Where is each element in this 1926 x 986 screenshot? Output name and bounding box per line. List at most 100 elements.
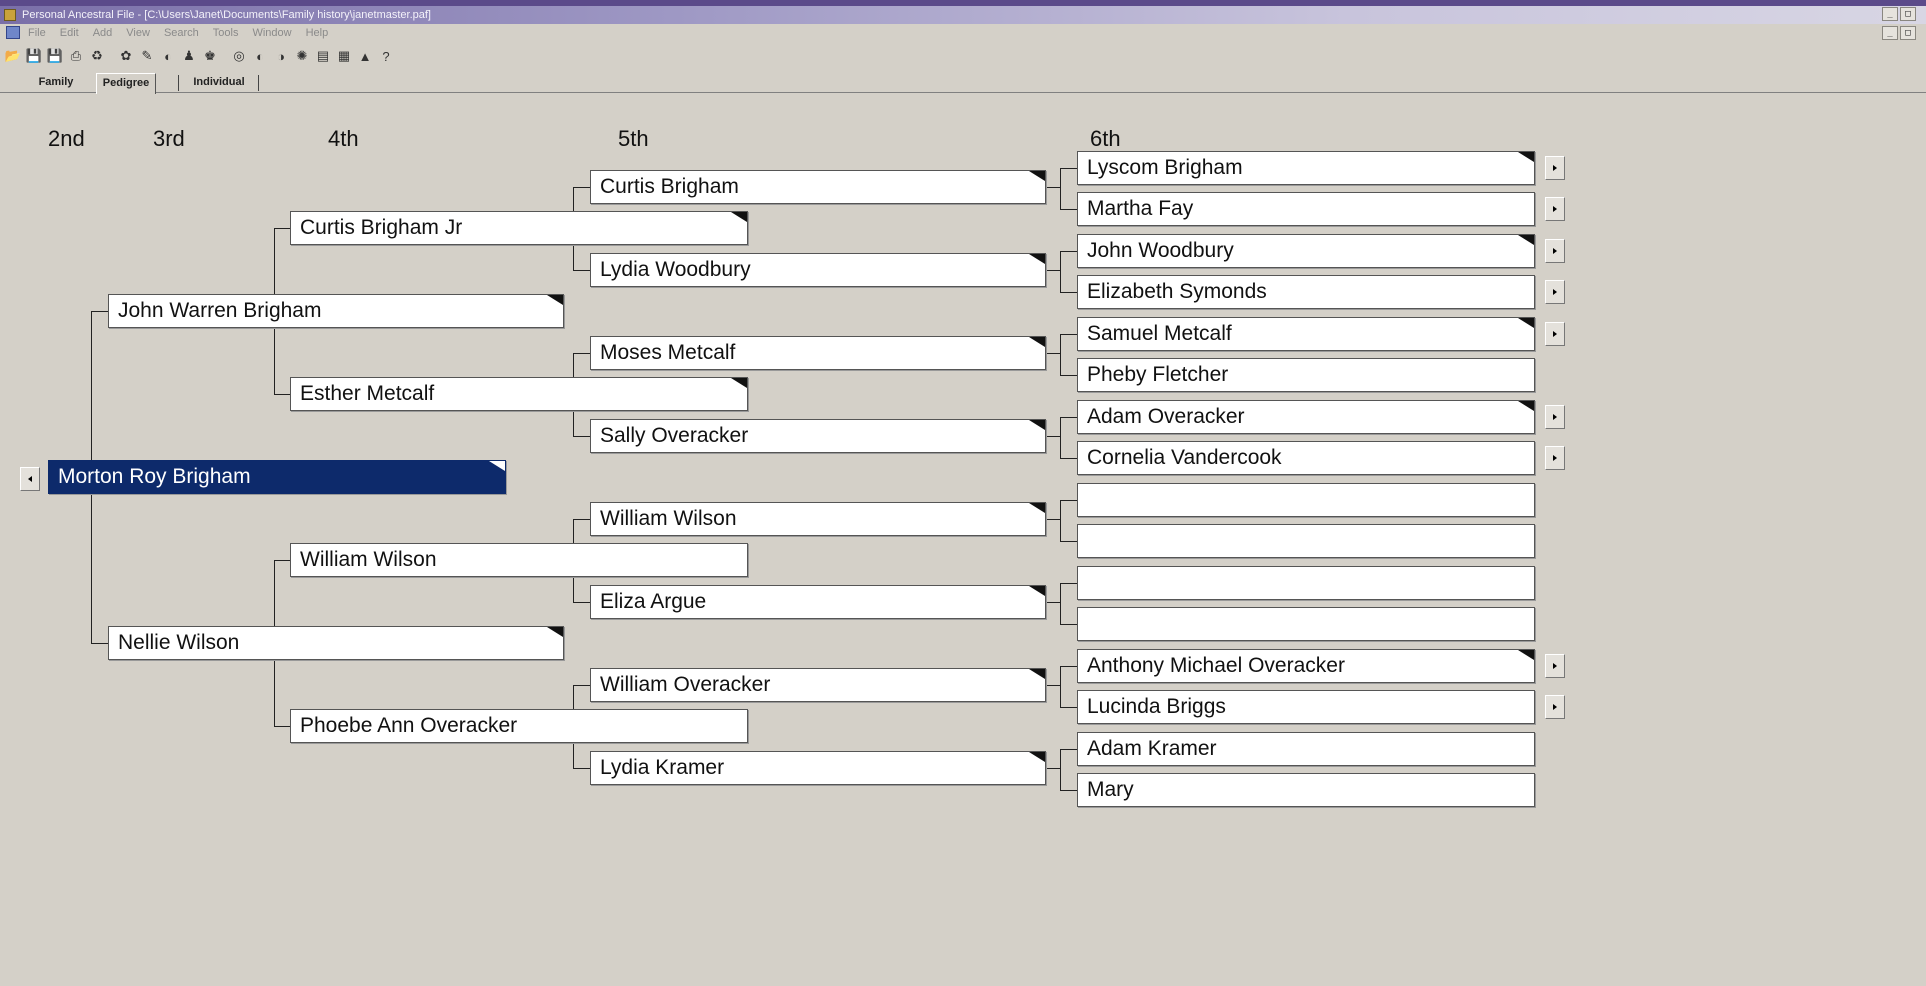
- person-box-gen6[interactable]: John Woodbury: [1077, 234, 1535, 268]
- person-box-gen6[interactable]: Adam Kramer: [1077, 732, 1535, 766]
- document-icon: [6, 26, 20, 39]
- doc-minimize-button[interactable]: _: [1882, 26, 1898, 40]
- person-box-gen6[interactable]: Martha Fay: [1077, 192, 1535, 226]
- person-box-gen6-empty[interactable]: [1077, 566, 1535, 600]
- window-controls: _ □: [1882, 7, 1922, 23]
- menu-window[interactable]: Window: [252, 24, 291, 42]
- connector-line: [573, 685, 590, 686]
- person-box-gen4[interactable]: Esther Metcalf: [290, 377, 748, 411]
- person-box-mother[interactable]: Nellie Wilson: [108, 626, 564, 660]
- menu-edit[interactable]: Edit: [60, 24, 79, 42]
- next-generation-button[interactable]: [1545, 695, 1565, 719]
- menu-help[interactable]: Help: [306, 24, 329, 42]
- pedigree-icon[interactable]: ♚: [201, 47, 219, 65]
- connector-line: [274, 394, 290, 395]
- connector-line: [1060, 251, 1077, 252]
- connector-line: [1060, 168, 1077, 169]
- person-box-gen6[interactable]: Anthony Michael Overacker: [1077, 649, 1535, 683]
- generation-header: 5th: [618, 126, 649, 151]
- research-icon[interactable]: ✿: [117, 47, 135, 65]
- person-box-gen4[interactable]: William Wilson: [290, 543, 748, 577]
- person-box-gen4[interactable]: Curtis Brigham Jr: [290, 211, 748, 245]
- menu-search[interactable]: Search: [164, 24, 199, 42]
- doc-maximize-button[interactable]: □: [1900, 26, 1916, 40]
- save-as-icon[interactable]: 💾: [46, 47, 64, 65]
- minimize-button[interactable]: _: [1882, 7, 1898, 21]
- find-next-icon[interactable]: ◐: [251, 47, 269, 65]
- person-box-root[interactable]: Morton Roy Brigham: [48, 460, 506, 494]
- person-box-gen6-empty[interactable]: [1077, 607, 1535, 641]
- next-generation-button[interactable]: [1545, 239, 1565, 263]
- previous-generation-button[interactable]: [20, 467, 40, 491]
- connector-line: [573, 519, 590, 520]
- person-box-gen5[interactable]: William Wilson: [590, 502, 1046, 536]
- family-icon[interactable]: ♟: [180, 47, 198, 65]
- person-box-gen6[interactable]: Adam Overacker: [1077, 400, 1535, 434]
- person-box-father[interactable]: John Warren Brigham: [108, 294, 564, 328]
- person-box-gen6[interactable]: Samuel Metcalf: [1077, 317, 1535, 351]
- find-icon[interactable]: ◎: [230, 47, 248, 65]
- person-box-gen4[interactable]: Phoebe Ann Overacker: [290, 709, 748, 743]
- person-box-gen6[interactable]: Lyscom Brigham: [1077, 151, 1535, 185]
- person-box-gen5[interactable]: William Overacker: [590, 668, 1046, 702]
- person-box-gen5[interactable]: Sally Overacker: [590, 419, 1046, 453]
- generation-header: 6th: [1090, 126, 1121, 151]
- person-box-gen5[interactable]: Moses Metcalf: [590, 336, 1046, 370]
- map-icon[interactable]: ▦: [335, 47, 353, 65]
- person-box-gen6[interactable]: Cornelia Vandercook: [1077, 441, 1535, 475]
- person-box-gen5[interactable]: Lydia Woodbury: [590, 253, 1046, 287]
- menu-file[interactable]: File: [28, 24, 46, 42]
- connector-line: [573, 602, 590, 603]
- next-generation-button[interactable]: [1545, 280, 1565, 304]
- next-generation-button[interactable]: [1545, 446, 1565, 470]
- maximize-button[interactable]: □: [1900, 7, 1916, 21]
- right-arrow-icon: [1553, 248, 1557, 254]
- tab-family[interactable]: Family: [30, 73, 82, 93]
- tab-strip: Family Pedigree Individual: [0, 71, 1926, 94]
- person-box-gen6-empty[interactable]: [1077, 483, 1535, 517]
- connector-line: [1060, 624, 1077, 625]
- next-generation-button[interactable]: [1545, 654, 1565, 678]
- connector-line: [1046, 353, 1060, 354]
- person-box-gen6[interactable]: Elizabeth Symonds: [1077, 275, 1535, 309]
- open-file-icon[interactable]: 📂: [4, 47, 22, 65]
- connector-line: [1060, 749, 1077, 750]
- next-generation-button[interactable]: [1545, 156, 1565, 180]
- connector-line: [91, 311, 108, 312]
- person-box-gen6[interactable]: Mary: [1077, 773, 1535, 807]
- title-bar: Personal Ancestral File - [C:\Users\Jane…: [0, 6, 1926, 24]
- person-box-gen6[interactable]: Lucinda Briggs: [1077, 690, 1535, 724]
- menu-add[interactable]: Add: [93, 24, 113, 42]
- connector-line: [1060, 209, 1077, 210]
- next-generation-button[interactable]: [1545, 405, 1565, 429]
- chart-icon[interactable]: ▲: [356, 47, 374, 65]
- camera-icon[interactable]: ◐: [159, 47, 177, 65]
- connector-line: [91, 643, 108, 644]
- merge-icon[interactable]: ✺: [293, 47, 311, 65]
- person-box-gen6[interactable]: Pheby Fletcher: [1077, 358, 1535, 392]
- next-generation-button[interactable]: [1545, 322, 1565, 346]
- menu-tools[interactable]: Tools: [213, 24, 239, 42]
- menu-view[interactable]: View: [126, 24, 150, 42]
- person-box-gen5[interactable]: Lydia Kramer: [590, 751, 1046, 785]
- person-box-gen5[interactable]: Curtis Brigham: [590, 170, 1046, 204]
- print-icon[interactable]: ⎙: [67, 47, 85, 65]
- tab-pedigree[interactable]: Pedigree: [96, 73, 156, 94]
- index-icon[interactable]: ▤: [314, 47, 332, 65]
- person-box-gen5[interactable]: Eliza Argue: [590, 585, 1046, 619]
- person-box-gen6-empty[interactable]: [1077, 524, 1535, 558]
- next-generation-button[interactable]: [1545, 197, 1565, 221]
- notes-icon[interactable]: ✎: [138, 47, 156, 65]
- connector-line: [1060, 334, 1077, 335]
- find-prev-icon[interactable]: ◑: [272, 47, 290, 65]
- backup-icon[interactable]: ♻: [88, 47, 106, 65]
- connector-line: [1046, 685, 1060, 686]
- right-arrow-icon: [1553, 289, 1557, 295]
- save-icon[interactable]: 💾: [25, 47, 43, 65]
- connector-line: [1060, 790, 1077, 791]
- right-arrow-icon: [1553, 331, 1557, 337]
- right-arrow-icon: [1553, 704, 1557, 710]
- tab-individual[interactable]: Individual: [184, 73, 254, 93]
- help-icon[interactable]: ?: [377, 47, 395, 65]
- connector-line: [1060, 375, 1077, 376]
